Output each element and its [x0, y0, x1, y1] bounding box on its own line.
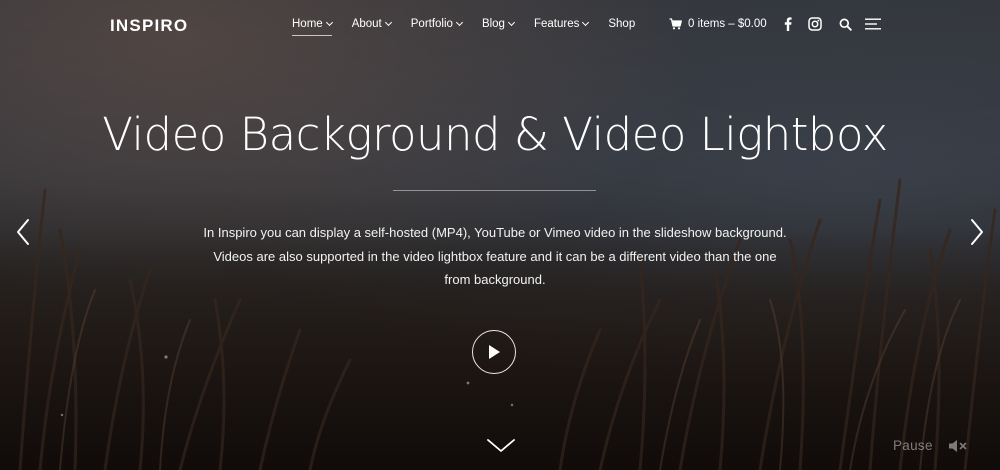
cart-link[interactable]: 0 items – $0.00: [669, 18, 767, 30]
chevron-left-icon: [17, 219, 29, 245]
nav-item-label: Portfolio: [410, 18, 453, 30]
slide-title: Video Background & Video Lightbox: [102, 108, 888, 161]
instagram-link[interactable]: [807, 16, 823, 32]
description-line: Videos are also supported in the video l…: [213, 248, 777, 264]
chevron-down-icon: [325, 18, 333, 27]
cart-icon: [669, 18, 682, 30]
chevron-right-icon: [971, 219, 983, 245]
play-icon: [489, 345, 500, 359]
menu-icon: [864, 18, 881, 30]
nav-item-home[interactable]: Home: [292, 18, 333, 36]
nav-item-about[interactable]: About: [351, 18, 392, 36]
facebook-link[interactable]: [780, 16, 796, 32]
mute-icon: [949, 440, 967, 452]
description-line: In Inspiro you can display a self-hosted…: [203, 225, 787, 240]
pause-video-button[interactable]: Pause: [893, 438, 933, 453]
nav-item-portfolio[interactable]: Portfolio: [410, 18, 463, 36]
instagram-icon: [808, 17, 822, 31]
slide-description: In Inspiro you can display a self-hosted…: [180, 221, 810, 292]
site-logo[interactable]: INSPIRO: [110, 16, 188, 36]
hero-slideshow: INSPIRO Home About Portfolio Blog Featur…: [0, 0, 1000, 470]
nav-item-label: Shop: [608, 18, 636, 30]
cart-summary: 0 items – $0.00: [688, 18, 767, 30]
next-slide-button[interactable]: [966, 218, 986, 246]
description-line: from background.: [444, 272, 546, 287]
facebook-icon: [784, 17, 792, 31]
chevron-down-icon: [507, 18, 516, 27]
video-lightbox-play-button[interactable]: [472, 330, 516, 374]
nav-item-label: About: [351, 18, 382, 30]
previous-slide-button[interactable]: [14, 218, 34, 246]
nav-item-label: Home: [292, 18, 323, 30]
nav-item-shop[interactable]: Shop: [608, 18, 635, 36]
search-button[interactable]: [837, 16, 853, 32]
nav-item-blog[interactable]: Blog: [481, 18, 516, 36]
chevron-down-icon: [582, 18, 590, 27]
nav-item-features[interactable]: Features: [533, 18, 590, 36]
title-divider: [393, 190, 596, 191]
nav-item-label: Blog: [481, 18, 505, 30]
chevron-down-icon: [384, 18, 392, 27]
search-icon: [839, 18, 852, 31]
chevron-down-icon: [455, 18, 463, 27]
scroll-down-button[interactable]: [486, 436, 516, 454]
main-navigation: Home About Portfolio Blog Features Shop: [292, 18, 655, 36]
chevron-down-icon: [487, 439, 515, 452]
menu-button[interactable]: [864, 16, 882, 32]
site-header: INSPIRO Home About Portfolio Blog Featur…: [0, 0, 1000, 56]
nav-item-label: Features: [533, 18, 580, 30]
mute-button[interactable]: [948, 438, 968, 454]
